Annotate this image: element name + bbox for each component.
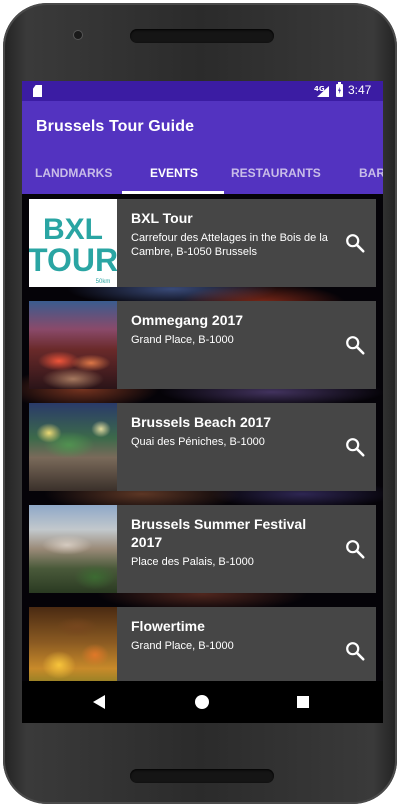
event-title: BXL Tour (131, 210, 193, 226)
back-icon[interactable] (93, 695, 105, 709)
battery-charging-icon (336, 82, 343, 97)
tab-bars[interactable]: BAR (359, 166, 383, 180)
event-title: Ommegang 2017 (131, 312, 244, 328)
event-card-ommegang[interactable]: Ommegang 2017 Grand Place, B-1000 (29, 301, 376, 389)
sd-card-icon (33, 85, 42, 97)
event-thumbnail-flowertime (29, 607, 117, 681)
search-icon[interactable] (344, 334, 366, 356)
tab-bar: LANDMARKS EVENTS RESTAURANTS BAR (22, 156, 383, 194)
navigation-bar (22, 681, 383, 723)
event-title: Brussels Summer Festival 2017 (131, 516, 307, 550)
events-list[interactable]: BXL TOUR 50km BXL Tour Carrefour des Att… (22, 194, 383, 681)
status-bar: 4G 3:47 (22, 81, 383, 101)
event-card-flowertime[interactable]: Flowertime Grand Place, B-1000 (29, 607, 376, 681)
logo-text-tour: TOUR (29, 242, 117, 278)
bottom-speaker (130, 769, 274, 783)
event-title: Brussels Beach 2017 (131, 414, 272, 430)
tab-restaurants[interactable]: RESTAURANTS (231, 166, 321, 180)
app-bar: Brussels Tour Guide LANDMARKS EVENTS RES… (22, 101, 383, 194)
event-title: Flowertime (131, 618, 205, 634)
event-thumbnail-summer-festival (29, 505, 117, 593)
home-icon[interactable] (195, 695, 209, 709)
app-title: Brussels Tour Guide (36, 118, 195, 135)
bxl-tour-logo: BXL TOUR 50km (29, 213, 117, 285)
logo-text-distance: 50km (96, 279, 111, 285)
earpiece-speaker (130, 29, 274, 43)
event-card-bxl-tour[interactable]: BXL TOUR 50km BXL Tour Carrefour des Att… (29, 199, 376, 287)
search-icon[interactable] (344, 232, 366, 254)
event-thumbnail-ommegang (29, 301, 117, 389)
search-icon[interactable] (344, 538, 366, 560)
event-address: Place des Palais, B-1000 (131, 556, 254, 568)
event-address: Grand Place, B-1000 (131, 334, 234, 346)
phone-device: 4G 3:47 Brussels Tour Guide LANDMARKS EV… (3, 3, 397, 804)
recents-icon[interactable] (297, 696, 309, 708)
search-icon[interactable] (344, 640, 366, 662)
event-card-summer-festival[interactable]: Brussels Summer Festival 2017 Place des … (29, 505, 376, 593)
tab-landmarks[interactable]: LANDMARKS (35, 166, 112, 180)
screen: 4G 3:47 Brussels Tour Guide LANDMARKS EV… (22, 81, 383, 723)
front-camera (74, 31, 82, 39)
event-card-brussels-beach[interactable]: Brussels Beach 2017 Quai des Péniches, B… (29, 403, 376, 491)
event-address: Grand Place, B-1000 (131, 640, 234, 652)
event-address: Carrefour des Attelages in the Bois de l… (131, 232, 328, 258)
event-thumbnail-brussels-beach (29, 403, 117, 491)
search-icon[interactable] (344, 436, 366, 458)
clock: 3:47 (348, 83, 372, 97)
event-thumbnail-bxl-tour: BXL TOUR 50km (29, 199, 117, 287)
event-address: Quai des Péniches, B-1000 (131, 436, 265, 448)
tab-events[interactable]: EVENTS (150, 166, 198, 180)
